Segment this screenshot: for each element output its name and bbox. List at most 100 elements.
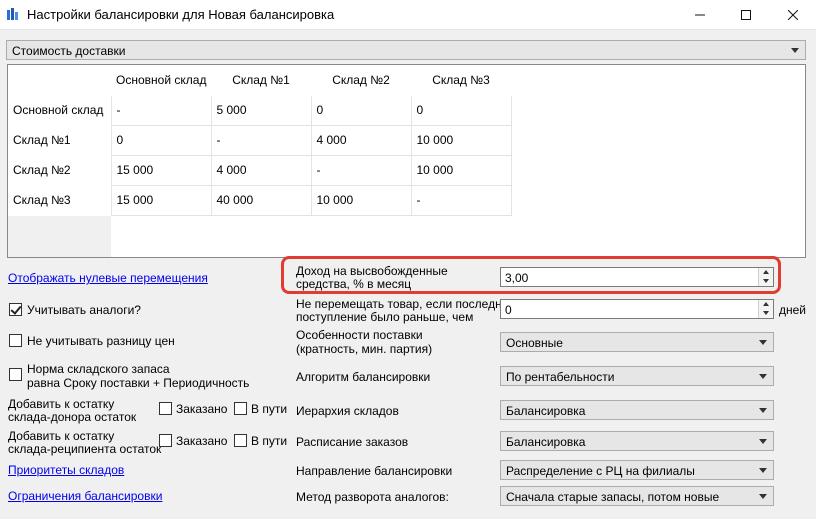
chevron-down-icon [759,494,767,499]
close-button[interactable] [770,0,816,30]
maximize-button[interactable] [723,0,769,30]
table-row: Склад №3 15 000 40 000 10 000 - [8,184,512,216]
direction-label: Направление балансировки [296,464,453,478]
delivery-label-line1: Особенности поставки [296,328,423,342]
donor-in-transit-label: В пути [251,402,288,416]
algorithm-value: По рентабельности [506,370,615,384]
days-unit-label: дней [779,303,807,317]
recipient-label-line2: склада-реципиента остаток [8,442,162,456]
chevron-down-icon [759,340,767,345]
delivery-select[interactable]: Основные [500,332,774,352]
cost-matrix[interactable]: Основной склад Склад №1 Склад №2 Склад №… [7,64,806,258]
recipient-label-line1: Добавить к остатку [8,429,115,443]
table-cell[interactable]: 4 000 [210,154,312,186]
direction-select[interactable]: Распределение с РЦ на филиалы [500,460,774,480]
analog-method-value: Сначала старые запасы, потом новые [506,490,720,504]
balancing-limits-link[interactable]: Ограничения балансировки [8,489,162,503]
table-cell[interactable]: 40 000 [210,184,312,216]
chevron-down-icon [759,374,767,379]
algorithm-select[interactable]: По рентабельности [500,366,774,386]
arrow-down-icon[interactable] [763,311,769,315]
donor-label-line2: склада-донора остаток [8,410,137,424]
hierarchy-label: Иерархия складов [296,404,399,418]
table-row: Основной склад - 5 000 0 0 [8,94,512,126]
column-header[interactable]: Склад №3 [411,65,511,96]
column-header[interactable]: Склад №2 [311,65,411,96]
maximize-icon [741,10,751,20]
donor-ordered-checkbox[interactable] [159,402,172,415]
table-cell[interactable]: - [310,154,412,186]
warehouse-priorities-link[interactable]: Приоритеты складов [8,463,124,477]
no-move-label-line1: Не перемещать товар, если последнее [296,297,516,311]
chevron-down-icon [759,468,767,473]
chevron-down-icon [759,408,767,413]
direction-value: Распределение с РЦ на филиалы [506,464,695,478]
highlight-frame [281,256,781,294]
table-cell[interactable]: 4 000 [310,124,412,156]
row-header[interactable]: Склад №3 [8,185,111,215]
spinner[interactable] [758,300,773,318]
cost-table: Основной склад Склад №1 Склад №2 Склад №… [8,65,512,216]
analogs-label: Учитывать аналоги? [27,303,141,317]
schedule-select[interactable]: Балансировка [500,431,774,451]
chevron-down-icon [759,439,767,444]
show-zero-moves-link[interactable]: Отображать нулевые перемещения [8,271,208,285]
close-icon [788,10,798,20]
recipient-ordered-checkbox[interactable] [159,434,172,447]
stock-norm-label-line2: равна Сроку поставки + Периодичность [27,376,250,390]
cost-type-value: Стоимость доставки [12,44,126,58]
row-header[interactable]: Склад №2 [8,155,111,185]
algorithm-label: Алгоритм балансировки [296,370,431,384]
recipient-in-transit-checkbox[interactable] [234,434,247,447]
no-move-days-stepper[interactable]: 0 [500,299,774,319]
arrow-up-icon[interactable] [763,302,769,306]
stock-norm-label-line1: Норма складского запаса [27,362,170,376]
table-cell[interactable]: - [410,184,512,216]
table-cell[interactable]: - [110,94,212,126]
donor-label-line1: Добавить к остатку [8,397,115,411]
price-diff-checkbox[interactable] [9,334,22,347]
delivery-label-line2: (кратность, мин. партия) [296,342,433,356]
price-diff-label: Не учитывать разницу цен [27,334,175,348]
title-bar: Настройки балансировки для Новая баланси… [0,0,816,30]
hierarchy-select[interactable]: Балансировка [500,400,774,420]
table-cell[interactable]: 5 000 [210,94,312,126]
table-cell[interactable]: 15 000 [110,154,212,186]
no-move-label-line2: поступление было раньше, чем [296,310,474,324]
app-icon [7,8,18,20]
schedule-value: Балансировка [506,435,586,449]
table-cell[interactable]: 10 000 [410,154,512,186]
recipient-ordered-label: Заказано [176,434,228,448]
delivery-value: Основные [506,336,563,350]
minimize-button[interactable] [677,0,723,30]
no-move-value: 0 [505,303,512,317]
table-cell[interactable]: 15 000 [110,184,212,216]
minimize-icon [695,14,705,16]
cost-type-select[interactable]: Стоимость доставки [6,40,806,60]
chevron-down-icon [791,48,799,53]
analogs-checkbox[interactable] [9,303,22,316]
analog-method-label: Метод разворота аналогов: [296,490,449,504]
grid-corner [8,65,112,95]
row-header[interactable]: Основной склад [8,95,111,125]
column-header[interactable]: Основной склад [111,65,211,96]
row-header[interactable]: Склад №1 [8,125,111,155]
schedule-label: Расписание заказов [296,435,409,449]
window-title: Настройки балансировки для Новая баланси… [27,7,335,22]
hierarchy-value: Балансировка [506,404,586,418]
donor-ordered-label: Заказано [176,402,228,416]
table-row: Склад №1 0 - 4 000 10 000 [8,124,512,156]
analog-method-select[interactable]: Сначала старые запасы, потом новые [500,486,774,506]
table-cell[interactable]: - [210,124,312,156]
table-cell[interactable]: 0 [110,124,212,156]
table-cell[interactable]: 10 000 [410,124,512,156]
grid-empty-area-bottom [111,216,805,257]
stock-norm-checkbox[interactable] [9,368,22,381]
table-cell[interactable]: 10 000 [310,184,412,216]
table-cell[interactable]: 0 [410,94,512,126]
column-header[interactable]: Склад №1 [211,65,311,96]
table-row: Склад №2 15 000 4 000 - 10 000 [8,154,512,186]
table-cell[interactable]: 0 [310,94,412,126]
grid-row-header-empty [8,216,111,257]
donor-in-transit-checkbox[interactable] [234,402,247,415]
